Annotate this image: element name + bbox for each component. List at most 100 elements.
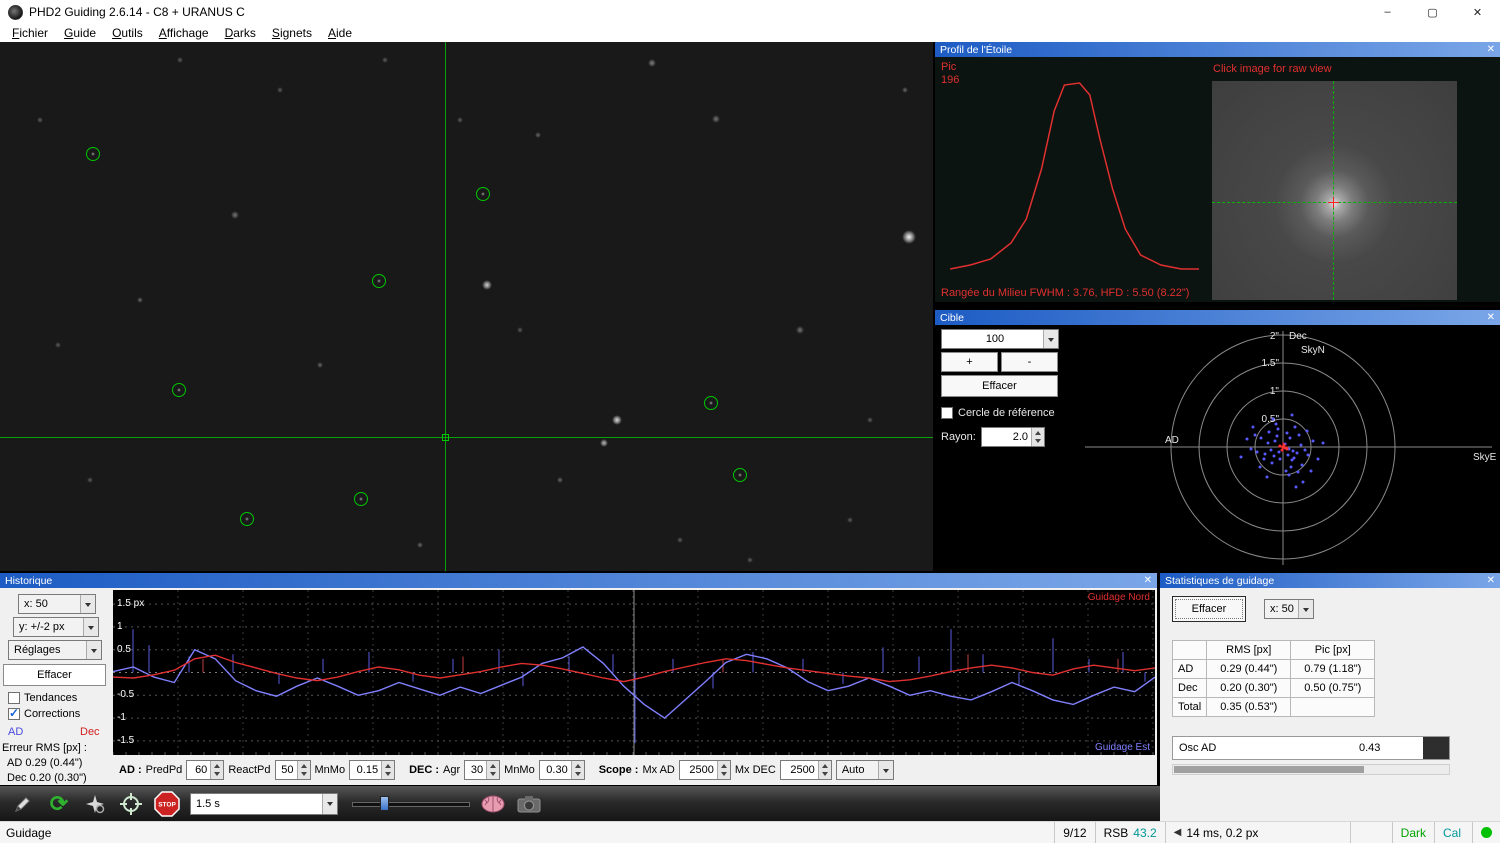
stats-close-icon[interactable]: ✕	[1487, 575, 1495, 586]
target-dot	[1274, 422, 1278, 426]
target-dot	[1285, 431, 1289, 435]
target-dot	[1271, 417, 1275, 421]
menu-darks[interactable]: Darks	[217, 26, 264, 40]
star	[746, 556, 754, 564]
chevron-down-icon[interactable]	[80, 595, 95, 613]
main-image[interactable]	[0, 42, 933, 571]
agr-stepper[interactable]: 30	[464, 760, 501, 780]
menu-fichier[interactable]: Fichier	[4, 26, 56, 40]
star-closeup-image[interactable]	[1212, 81, 1457, 300]
close-button[interactable]: ✕	[1455, 0, 1500, 24]
dec-mode-combo[interactable]: Auto	[835, 760, 894, 780]
stepper-up-icon[interactable]	[818, 761, 831, 770]
stretch-slider[interactable]	[352, 795, 470, 812]
menu-signets[interactable]: Signets	[264, 26, 320, 40]
target-dot	[1262, 457, 1266, 461]
dec-mnmo-stepper[interactable]: 0.30	[538, 760, 585, 780]
stats-clear-button[interactable]: Effacer	[1172, 596, 1246, 622]
target-clear-button[interactable]: Effacer	[941, 375, 1058, 397]
stepper-up-icon[interactable]	[1032, 428, 1044, 437]
target-dot	[1258, 465, 1262, 469]
dec-mode-value: Auto	[841, 764, 865, 776]
star	[482, 280, 492, 290]
stepper-down-icon[interactable]	[571, 770, 584, 779]
chevron-down-icon[interactable]	[1043, 330, 1058, 348]
chevron-down-icon[interactable]	[877, 761, 893, 779]
star	[648, 59, 656, 67]
stepper-arrows[interactable]	[1031, 428, 1044, 446]
stepper-up-icon[interactable]	[297, 761, 310, 770]
menu-aide[interactable]: Aide	[320, 26, 360, 40]
star-profile-close-icon[interactable]: ✕	[1487, 44, 1495, 55]
chevron-down-icon[interactable]	[322, 793, 337, 814]
exposure-combo[interactable]: 1.5 s	[190, 792, 338, 815]
trend-checkbox[interactable]	[8, 692, 20, 704]
reactpd-stepper[interactable]: 50	[274, 760, 311, 780]
radius-stepper[interactable]: 2.0	[981, 427, 1045, 447]
stepper-up-icon[interactable]	[717, 761, 730, 770]
status-frame-count: 9/12	[1054, 822, 1094, 843]
stepper-arrows[interactable]	[296, 761, 310, 779]
predpd-stepper[interactable]: 60	[186, 760, 225, 780]
target-panel: Cible ✕ 2" Dec SkyN 1.5" 1" 0.5" AD SkyE…	[935, 310, 1500, 571]
stepper-arrows[interactable]	[716, 761, 730, 779]
history-close-icon[interactable]: ✕	[1144, 575, 1152, 586]
menu-outils[interactable]: Outils	[104, 26, 151, 40]
maximize-button[interactable]: ▢	[1410, 0, 1455, 24]
history-xscale-combo[interactable]: x: 50	[18, 594, 96, 614]
stepper-arrows[interactable]	[570, 761, 584, 779]
slider-thumb[interactable]	[380, 795, 389, 811]
corrections-checkbox[interactable]	[8, 706, 20, 720]
auto-select-star-button[interactable]	[82, 791, 108, 817]
ra-mnmo-stepper[interactable]: 0.15	[349, 760, 396, 780]
osc-list[interactable]: Osc AD 0.43	[1172, 736, 1450, 760]
guide-button[interactable]	[118, 791, 144, 817]
history-clear-button[interactable]: Effacer	[3, 664, 106, 686]
stepper-down-icon[interactable]	[487, 770, 500, 779]
target-zoom-combo[interactable]: 100	[941, 329, 1059, 349]
stepper-up-icon[interactable]	[211, 761, 224, 770]
history-settings-combo[interactable]: Réglages	[8, 640, 102, 660]
stats-xscale-combo[interactable]: x: 50	[1264, 599, 1314, 619]
target-zoom-out-button[interactable]: -	[1001, 352, 1058, 372]
stepper-arrows[interactable]	[381, 761, 395, 779]
loop-exposures-button[interactable]: ⟳	[46, 791, 72, 817]
stepper-arrows[interactable]	[817, 761, 831, 779]
mxdec-stepper[interactable]: 2500	[779, 760, 832, 780]
chevron-down-icon[interactable]	[1298, 600, 1313, 618]
stepper-arrows[interactable]	[210, 761, 224, 779]
stepper-down-icon[interactable]	[382, 770, 395, 779]
stepper-down-icon[interactable]	[297, 770, 310, 779]
connect-equipment-button[interactable]	[10, 791, 36, 817]
target-close-icon[interactable]: ✕	[1487, 312, 1495, 323]
camera-settings-button[interactable]	[516, 791, 542, 817]
osc-scrollbar[interactable]	[1172, 764, 1450, 775]
target-zoom-in-button[interactable]: +	[941, 352, 998, 372]
advanced-settings-button[interactable]	[480, 791, 506, 817]
guide-stats-table: RMS [px] Pic [px] AD 0.29 (0.44") 0.79 (…	[1171, 640, 1376, 717]
stepper-down-icon[interactable]	[717, 770, 730, 779]
target-dot	[1239, 455, 1243, 459]
stepper-down-icon[interactable]	[818, 770, 831, 779]
menu-affichage[interactable]: Affichage	[151, 26, 217, 40]
reference-circle-label: Cercle de référence	[958, 407, 1055, 419]
mxad-stepper[interactable]: 2500	[678, 760, 731, 780]
stepper-up-icon[interactable]	[487, 761, 500, 770]
stepper-up-icon[interactable]	[571, 761, 584, 770]
chevron-down-icon[interactable]	[86, 641, 101, 659]
stepper-arrows[interactable]	[486, 761, 500, 779]
history-yscale-combo[interactable]: y: +/-2 px	[13, 617, 99, 637]
stop-sign-icon: STOP	[154, 790, 180, 817]
target-dot	[1273, 439, 1277, 443]
star	[901, 86, 909, 94]
minimize-button[interactable]: –	[1365, 0, 1410, 24]
stepper-down-icon[interactable]	[1032, 437, 1044, 446]
osc-scrollbar-thumb[interactable]	[1174, 766, 1364, 773]
chevron-down-icon[interactable]	[83, 618, 98, 636]
reference-circle-checkbox[interactable]	[941, 407, 953, 419]
star	[599, 438, 609, 448]
stop-button[interactable]: STOP	[154, 790, 180, 817]
menu-guide[interactable]: Guide	[56, 26, 104, 40]
stepper-up-icon[interactable]	[382, 761, 395, 770]
stepper-down-icon[interactable]	[211, 770, 224, 779]
